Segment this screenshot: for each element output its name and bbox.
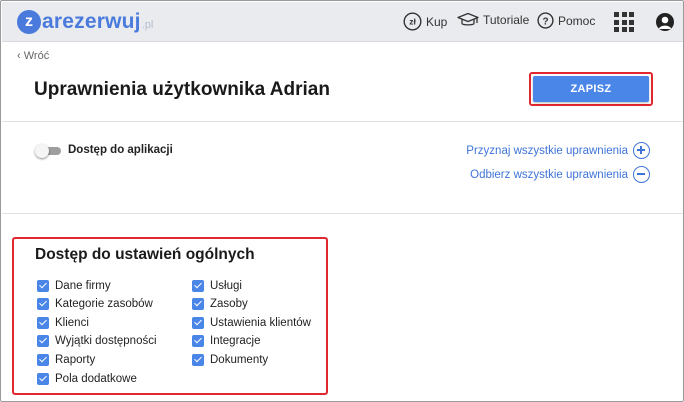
chevron-left-icon: ‹ xyxy=(17,50,21,62)
checkbox-label: Kategorie zasobów xyxy=(55,298,153,310)
revoke-all-link[interactable]: Odbierz wszystkie uprawnienia xyxy=(470,166,650,183)
grant-all-label: Przyznaj wszystkie uprawnienia xyxy=(466,144,628,157)
checkbox-pola-dodatkowe[interactable]: Pola dodatkowe xyxy=(37,372,137,386)
checkbox-checked-icon xyxy=(192,280,204,292)
checkbox-checked-icon xyxy=(192,335,204,347)
revoke-all-label: Odbierz wszystkie uprawnienia xyxy=(470,168,628,181)
divider xyxy=(2,213,683,214)
checkbox-checked-icon xyxy=(37,317,49,329)
checkbox-label: Usługi xyxy=(210,280,242,292)
checkbox-klienci[interactable]: Klienci xyxy=(37,316,89,330)
checkbox-kategorie-zasobow[interactable]: Kategorie zasobów xyxy=(37,297,153,311)
svg-text:zł: zł xyxy=(409,17,416,27)
checkbox-raporty[interactable]: Raporty xyxy=(37,353,95,367)
zl-coin-icon: zł xyxy=(403,12,422,31)
checkbox-checked-icon xyxy=(37,280,49,292)
logo[interactable]: z arezerwuj .pl xyxy=(17,8,153,36)
page-title: Uprawnienia użytkownika Adrian xyxy=(34,79,330,100)
graduation-cap-icon xyxy=(457,12,479,28)
checkbox-label: Zasoby xyxy=(210,298,248,310)
checkbox-label: Ustawienia klientów xyxy=(210,317,311,329)
logo-tld: .pl xyxy=(141,19,154,31)
checkbox-checked-icon xyxy=(192,317,204,329)
checkbox-dane-firmy[interactable]: Dane firmy xyxy=(37,279,111,293)
checkbox-checked-icon xyxy=(37,354,49,366)
general-settings-title: Dostęp do ustawień ogólnych xyxy=(35,246,255,263)
nav-help[interactable]: ? Pomoc xyxy=(537,12,595,29)
nav-tutorials[interactable]: Tutoriale xyxy=(457,12,529,28)
checkbox-label: Dane firmy xyxy=(55,280,111,292)
nav-kup[interactable]: zł Kup xyxy=(403,12,447,31)
checkbox-uslugi[interactable]: Usługi xyxy=(192,279,242,293)
back-link[interactable]: ‹ Wróć xyxy=(17,50,49,62)
checkbox-dokumenty[interactable]: Dokumenty xyxy=(192,353,268,367)
back-label: Wróć xyxy=(23,50,50,62)
app-access-label: Dostęp do aplikacji xyxy=(68,144,173,156)
checkbox-checked-icon xyxy=(37,373,49,385)
checkbox-label: Pola dodatkowe xyxy=(55,373,137,385)
checkbox-checked-icon xyxy=(37,335,49,347)
checkbox-label: Klienci xyxy=(55,317,89,329)
checkbox-label: Wyjątki dostępności xyxy=(55,335,157,347)
save-button[interactable]: ZAPISZ xyxy=(533,76,649,102)
top-bar: z arezerwuj .pl zł Kup Tutoriale ? Pomoc xyxy=(2,2,683,42)
user-avatar-icon[interactable] xyxy=(656,13,674,31)
checkbox-checked-icon xyxy=(37,298,49,310)
nav-tutorials-label: Tutoriale xyxy=(483,13,530,27)
minus-circle-icon xyxy=(633,166,650,183)
checkbox-checked-icon xyxy=(192,354,204,366)
checkbox-zasoby[interactable]: Zasoby xyxy=(192,297,248,311)
plus-circle-icon xyxy=(633,142,650,159)
app-window: z arezerwuj .pl zł Kup Tutoriale ? Pomoc… xyxy=(0,0,684,402)
logo-wordmark: arezerwuj xyxy=(42,10,141,33)
grant-all-link[interactable]: Przyznaj wszystkie uprawnienia xyxy=(466,142,650,159)
logo-mark: z xyxy=(17,10,41,34)
question-circle-icon: ? xyxy=(537,12,554,29)
checkbox-integracje[interactable]: Integracje xyxy=(192,334,261,348)
checkbox-ustawienia-klientow[interactable]: Ustawienia klientów xyxy=(192,316,311,330)
nav-help-label: Pomoc xyxy=(558,13,596,28)
svg-text:?: ? xyxy=(542,16,548,27)
checkbox-label: Dokumenty xyxy=(210,354,269,366)
checkbox-checked-icon xyxy=(192,298,204,310)
divider xyxy=(2,121,683,122)
checkbox-label: Raporty xyxy=(55,354,96,366)
checkbox-label: Integracje xyxy=(210,335,261,347)
nav-kup-label: Kup xyxy=(426,14,448,29)
apps-grid-icon[interactable] xyxy=(614,12,634,32)
app-access-toggle[interactable] xyxy=(35,144,61,158)
checkbox-wyjatki-dostepnosci[interactable]: Wyjątki dostępności xyxy=(37,334,157,348)
